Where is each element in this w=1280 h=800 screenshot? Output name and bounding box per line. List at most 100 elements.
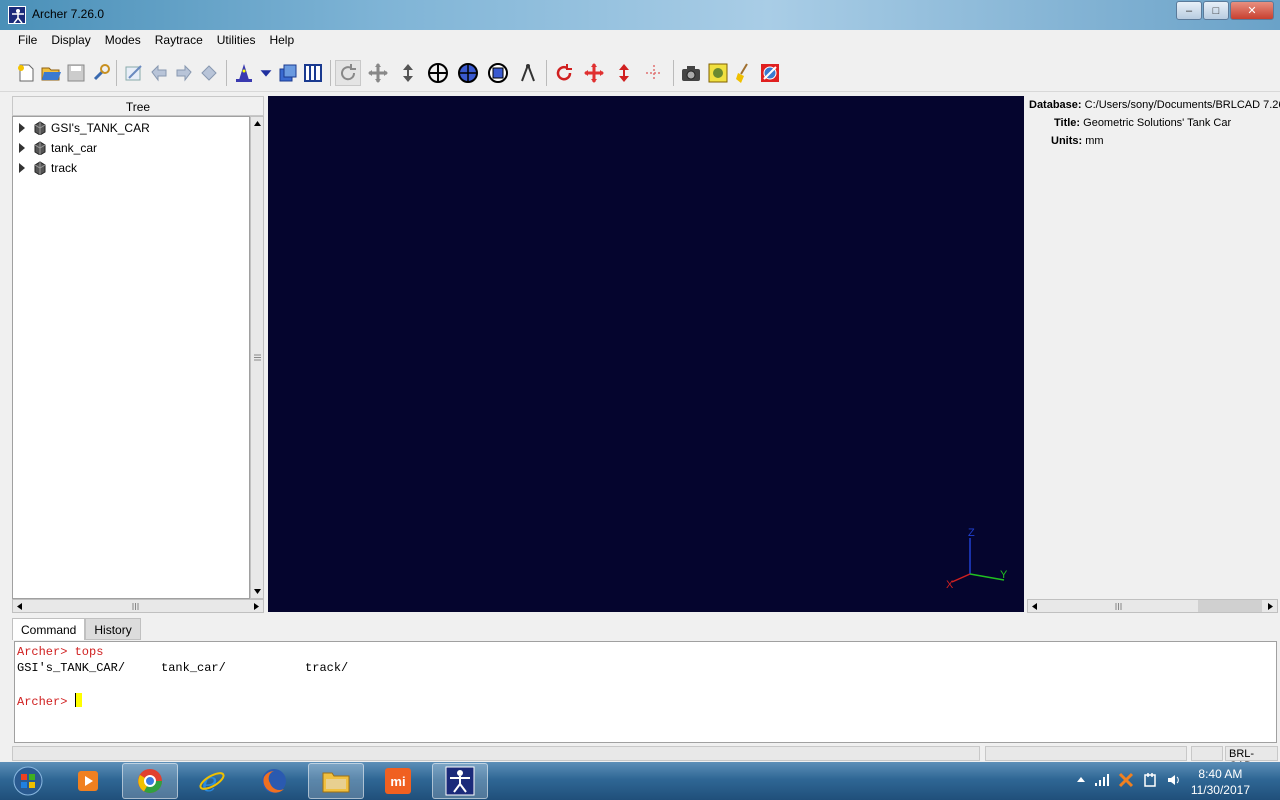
tree-header: Tree xyxy=(12,96,264,116)
console-output: GSI's_TANK_CAR/ tank_car/ track/ xyxy=(17,661,349,675)
measure-icon[interactable] xyxy=(515,60,541,86)
menu-bar: File Display Modes Raytrace Utilities He… xyxy=(0,30,1280,50)
show-hidden-icons-icon[interactable] xyxy=(1076,775,1086,785)
sphere-view-icon[interactable] xyxy=(455,60,481,86)
properties-horizontal-scrollbar[interactable] xyxy=(1027,599,1278,613)
tab-history[interactable]: History xyxy=(85,618,141,640)
title-bar: Archer 7.26.0 – □ ✕ xyxy=(0,0,1280,30)
scroll-grip-icon[interactable] xyxy=(1114,602,1123,611)
scroll-grip-icon[interactable] xyxy=(253,353,262,362)
expand-triangle-icon[interactable] xyxy=(19,123,25,133)
command-tabs: Command History xyxy=(12,618,141,640)
scroll-left-icon[interactable] xyxy=(15,602,24,611)
title-value: Geometric Solutions' Tank Car xyxy=(1083,117,1232,129)
firefox-icon[interactable] xyxy=(246,763,302,799)
redo-icon[interactable] xyxy=(171,60,197,86)
wizard-icon[interactable] xyxy=(231,60,257,86)
abort-icon[interactable] xyxy=(757,60,783,86)
menu-help[interactable]: Help xyxy=(262,30,301,50)
new-icon[interactable] xyxy=(13,60,39,86)
clock-time: 8:40 AM xyxy=(1198,767,1243,781)
scroll-grip-icon[interactable] xyxy=(131,602,140,611)
network-signal-icon[interactable] xyxy=(1094,773,1110,787)
units-value: mm xyxy=(1085,135,1104,147)
mi-icon[interactable]: mi xyxy=(370,763,426,799)
tree-vertical-scrollbar[interactable] xyxy=(250,116,264,599)
status-cell-secondary xyxy=(985,746,1187,761)
y-axis-label: Y xyxy=(1000,569,1008,581)
dropdown-arrow-icon[interactable] xyxy=(256,60,276,86)
power-icon[interactable] xyxy=(1142,772,1158,788)
chrome-icon[interactable] xyxy=(122,763,178,799)
screenshot-icon[interactable] xyxy=(678,60,704,86)
media-player-icon[interactable] xyxy=(60,763,116,799)
grid-icon[interactable] xyxy=(300,60,326,86)
taskbar: e mi 8:40 AM 11/30/2017 xyxy=(0,762,1280,800)
expand-triangle-icon[interactable] xyxy=(19,163,25,173)
menu-raytrace[interactable]: Raytrace xyxy=(148,30,210,50)
edit-icon[interactable] xyxy=(121,60,147,86)
combination-icon xyxy=(34,141,46,155)
start-orb-icon[interactable] xyxy=(0,763,56,799)
center-view-icon[interactable] xyxy=(425,60,451,86)
title-row: Title: Geometric Solutions' Tank Car xyxy=(1054,117,1231,133)
3d-viewport[interactable]: Z Y X xyxy=(268,96,1024,612)
menu-modes[interactable]: Modes xyxy=(98,30,148,50)
rotate-view-icon[interactable] xyxy=(335,60,361,86)
status-brlcad: BRL-CAD xyxy=(1225,746,1278,772)
clock[interactable]: 8:40 AM 11/30/2017 xyxy=(1191,766,1250,798)
units-row: Units: mm xyxy=(1051,135,1104,151)
tree-horizontal-scrollbar[interactable] xyxy=(12,599,264,613)
antivirus-icon[interactable] xyxy=(1118,772,1134,788)
axes-triad: Z Y X xyxy=(946,527,1008,591)
tree-item-gsis-tank-car[interactable]: GSI's_TANK_CAR xyxy=(19,119,150,137)
command-console[interactable]: Archer> tops GSI's_TANK_CAR/ tank_car/ t… xyxy=(14,641,1277,743)
database-value: C:/Users/sony/Documents/BRLCAD 7.26 xyxy=(1084,99,1280,111)
tree-item-tank-car[interactable]: tank_car xyxy=(19,139,97,157)
open-icon[interactable] xyxy=(38,60,64,86)
close-button[interactable]: ✕ xyxy=(1230,1,1274,20)
status-cell-main xyxy=(12,746,980,761)
text-cursor xyxy=(74,693,82,707)
tab-command[interactable]: Command xyxy=(12,618,86,640)
raytrace-icon[interactable] xyxy=(705,60,731,86)
undo-icon[interactable] xyxy=(146,60,172,86)
minimize-button[interactable]: – xyxy=(1176,1,1202,20)
combination-icon xyxy=(34,121,46,135)
volume-icon[interactable] xyxy=(1166,772,1182,788)
internet-explorer-icon[interactable]: e xyxy=(184,763,240,799)
file-explorer-icon[interactable] xyxy=(308,763,364,799)
scroll-right-icon[interactable] xyxy=(252,602,261,611)
scale-object-icon[interactable] xyxy=(611,60,637,86)
tree-item-track[interactable]: track xyxy=(19,159,77,177)
maximize-button[interactable]: □ xyxy=(1203,1,1229,20)
scroll-thumb[interactable] xyxy=(1198,600,1262,612)
title-label: Title: xyxy=(1054,117,1081,129)
scroll-left-icon[interactable] xyxy=(1030,602,1039,611)
properties-panel: Database: C:/Users/sony/Documents/BRLCAD… xyxy=(1027,96,1280,598)
cube-view-icon[interactable] xyxy=(485,60,511,86)
revert-icon[interactable] xyxy=(196,60,222,86)
units-label: Units: xyxy=(1051,135,1083,147)
menu-file[interactable]: File xyxy=(11,30,44,50)
scale-view-icon[interactable] xyxy=(395,60,421,86)
translate-object-icon[interactable] xyxy=(581,60,607,86)
bring-front-icon[interactable] xyxy=(275,60,301,86)
combination-icon xyxy=(34,161,46,175)
scroll-down-icon[interactable] xyxy=(253,587,262,596)
center-object-icon[interactable] xyxy=(641,60,667,86)
preferences-icon[interactable] xyxy=(88,60,114,86)
scroll-up-icon[interactable] xyxy=(253,119,262,128)
translate-view-icon[interactable] xyxy=(365,60,391,86)
expand-triangle-icon[interactable] xyxy=(19,143,25,153)
console-line: Archer> xyxy=(17,693,82,709)
x-axis-line xyxy=(951,573,971,583)
menu-display[interactable]: Display xyxy=(44,30,97,50)
scroll-right-icon[interactable] xyxy=(1266,602,1275,611)
clear-icon[interactable] xyxy=(731,60,757,86)
console-command: tops xyxy=(74,645,104,659)
save-icon[interactable] xyxy=(63,60,89,86)
menu-utilities[interactable]: Utilities xyxy=(210,30,263,50)
rotate-object-icon[interactable] xyxy=(551,60,577,86)
archer-icon[interactable] xyxy=(432,763,488,799)
